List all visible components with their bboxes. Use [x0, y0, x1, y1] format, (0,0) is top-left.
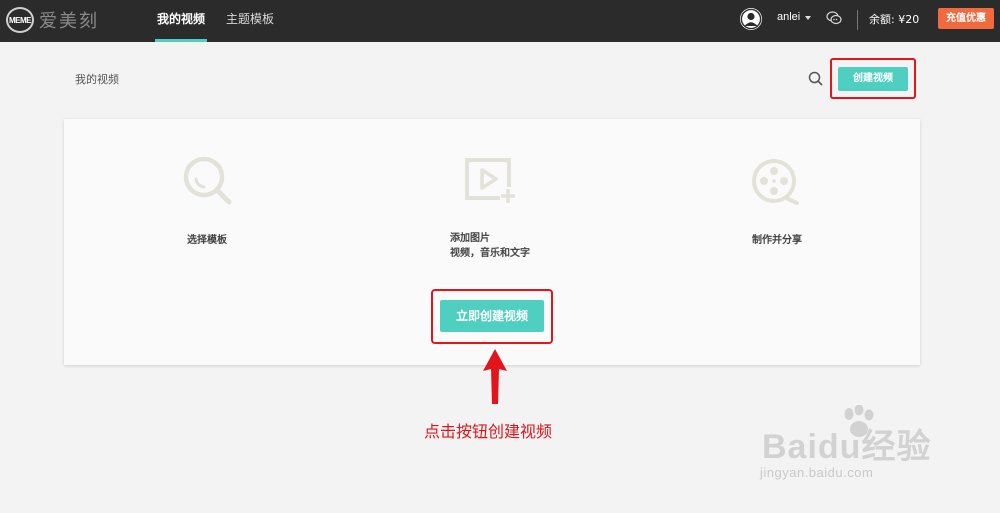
chat-icon[interactable]	[826, 10, 842, 26]
highlight-box-create: 创建视频	[830, 58, 916, 99]
highlight-box-cta: 立即创建视频	[431, 289, 553, 344]
account-balance: 余额: ¥20	[869, 13, 920, 26]
add-video-icon	[465, 158, 516, 203]
nav-divider	[857, 10, 858, 30]
step-label-add-media-line1: 添加图片	[450, 233, 490, 244]
tab-theme-templates[interactable]: 主题模板	[224, 0, 276, 42]
avatar[interactable]	[740, 8, 762, 30]
arrow-up-icon	[483, 349, 507, 404]
user-icon	[740, 8, 762, 30]
film-reel-icon	[752, 159, 799, 205]
tab-my-videos[interactable]: 我的视频	[155, 0, 208, 42]
create-video-button[interactable]: 创建视频	[838, 67, 908, 91]
top-nav-bar: MEME 爱美刻 我的视频 主题模板 anlei 余额: ¥20 充值优惠	[0, 0, 1000, 42]
step-label-select-template: 选择模板	[187, 235, 227, 246]
username[interactable]: anlei	[777, 11, 800, 23]
step-label-make-share: 制作并分享	[752, 235, 802, 246]
chevron-down-icon[interactable]	[805, 16, 811, 20]
brand-name: 爱美刻	[39, 11, 99, 32]
recharge-button[interactable]: 充值优惠	[938, 8, 994, 29]
search-icon[interactable]	[808, 71, 824, 87]
search-icon	[183, 156, 232, 205]
step-label-add-media-line2: 视频，音乐和文字	[450, 248, 530, 259]
watermark: Baidu经验 jingyan.baidu.com	[760, 405, 990, 495]
watermark-brand: Baidu经验	[762, 428, 932, 466]
annotation-text: 点击按钮创建视频	[424, 422, 553, 441]
page-title: 我的视频	[75, 73, 119, 86]
watermark-url: jingyan.baidu.com	[760, 465, 874, 480]
create-now-button[interactable]: 立即创建视频	[440, 300, 544, 332]
logo-mark: MEME	[6, 7, 34, 33]
brand-logo[interactable]: MEME 爱美刻	[6, 6, 99, 34]
